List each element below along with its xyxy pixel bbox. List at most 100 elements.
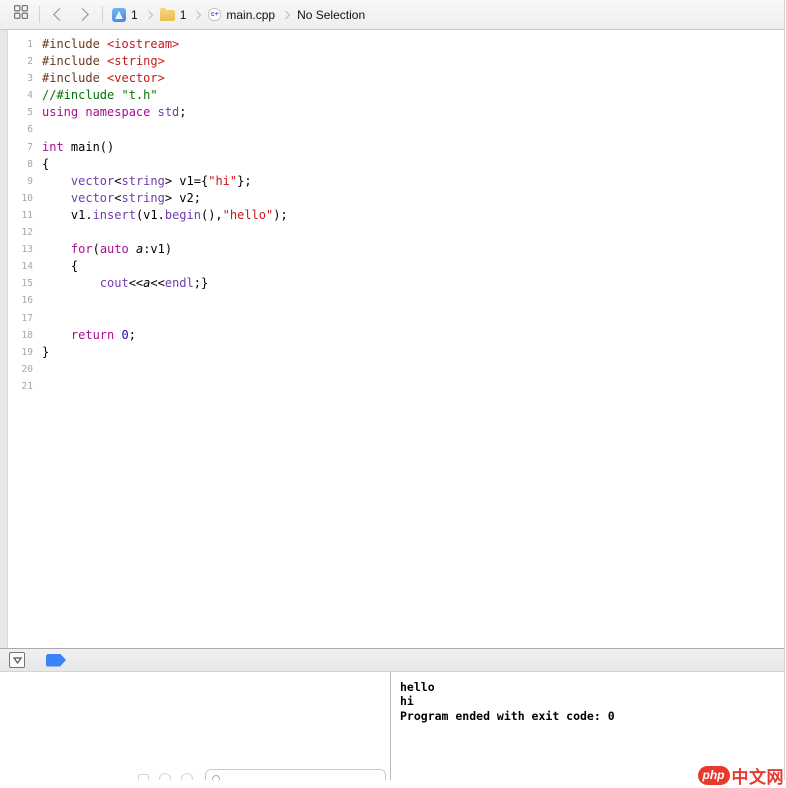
code-line[interactable]: 1 #include <iostream> <box>0 36 784 53</box>
breadcrumb-item-file[interactable]: c+ main.cpp <box>208 8 275 22</box>
line-number[interactable]: 19 <box>0 344 33 361</box>
toolbar-circle-icon[interactable] <box>159 773 171 780</box>
code-text: v1.insert(v1.begin(),"hello"); <box>42 207 288 224</box>
line-number[interactable]: 13 <box>0 241 33 258</box>
line-number[interactable]: 7 <box>0 139 33 156</box>
token-pln: }; <box>237 173 252 188</box>
code-line[interactable]: 18 return 0; <box>0 327 784 344</box>
code-line[interactable]: 6 <box>0 121 784 138</box>
token-typ: cout <box>99 276 129 291</box>
line-number[interactable]: 3 <box>0 70 33 87</box>
source-editor[interactable]: 1 #include <iostream> 2 #include <string> 3 #… <box>0 30 784 648</box>
line-number[interactable]: 16 <box>0 292 33 309</box>
chevron-right-icon <box>76 8 89 21</box>
token-pln <box>42 276 100 290</box>
token-pln <box>42 328 71 342</box>
token-pln <box>114 328 121 342</box>
breakpoints-toggle-button[interactable] <box>46 653 66 667</box>
watermark-text: 中文网 <box>731 768 784 787</box>
token-str: "hello" <box>222 207 274 222</box>
code-line[interactable]: 20 <box>0 361 784 378</box>
chevron-left-icon <box>53 8 66 21</box>
code-text: vector<string> v2; <box>42 190 201 207</box>
token-str: <iostream> <box>107 37 180 51</box>
token-kw: int <box>42 139 64 154</box>
filter-magnifier-icon <box>212 774 220 780</box>
navigate-forward-button[interactable] <box>71 4 97 26</box>
triangle-down-in-square-icon <box>12 651 22 669</box>
token-pln: ); <box>273 207 288 222</box>
code-line[interactable]: 8{ <box>0 156 784 173</box>
debug-area: hello hi Program ended with exit code: 0 <box>0 672 784 780</box>
token-pre: #include <box>42 54 108 69</box>
code-line[interactable]: 16 <box>0 292 784 309</box>
console-line: Program ended with exit code: 0 <box>400 708 615 723</box>
code-line[interactable]: 17 <box>0 310 784 327</box>
jump-bar: 1 1 c+ main.cpp No Selection <box>0 0 784 30</box>
code-line[interactable]: 4 //#include "t.h" <box>0 87 784 104</box>
code-line[interactable]: 7 int main() <box>0 139 784 156</box>
code-text: { <box>42 258 78 275</box>
code-line[interactable]: 3 #include <vector> <box>0 70 784 87</box>
code-line[interactable]: 10 vector<string> v2; <box>0 190 784 207</box>
line-number[interactable]: 12 <box>0 224 33 241</box>
code-text: #include <string> <box>42 53 165 70</box>
code-text: { <box>42 156 49 173</box>
breadcrumb-item-group[interactable]: 1 <box>159 8 186 22</box>
breadcrumb-label: 1 <box>131 7 138 22</box>
token-pln: :v1) <box>143 242 173 257</box>
hide-debug-area-button[interactable] <box>9 652 25 668</box>
toolbar-square-icon[interactable] <box>138 773 149 780</box>
code-line[interactable]: 13 for(auto a:v1) <box>0 241 784 258</box>
token-typ: string <box>121 173 165 188</box>
code-line[interactable]: 5 using namespace std; <box>0 104 784 121</box>
token-pln <box>42 191 71 205</box>
code-text: vector<string> v1={"hi"}; <box>42 173 252 190</box>
line-number[interactable]: 21 <box>0 378 33 395</box>
token-pln: (), <box>200 207 223 222</box>
token-pln: ; <box>179 105 187 120</box>
code-line[interactable]: 12 <box>0 224 784 241</box>
line-number[interactable]: 10 <box>0 190 33 207</box>
navigate-back-button[interactable] <box>45 4 71 26</box>
related-items-button[interactable] <box>8 4 34 26</box>
breadcrumb: 1 1 c+ main.cpp No Selection <box>112 7 365 22</box>
code-line[interactable]: 2 #include <string> <box>0 53 784 70</box>
line-number[interactable]: 9 <box>0 173 33 190</box>
line-number[interactable]: 11 <box>0 207 33 224</box>
token-typ: vector <box>70 190 115 205</box>
token-str: <string> <box>107 54 165 69</box>
line-number[interactable]: 2 <box>0 53 33 70</box>
token-typ: insert <box>92 207 136 222</box>
code-text: //#include "t.h" <box>42 87 158 104</box>
line-number[interactable]: 6 <box>0 121 33 138</box>
line-number[interactable]: 14 <box>0 258 33 275</box>
line-number[interactable]: 4 <box>0 87 33 104</box>
token-kw: auto <box>99 242 129 257</box>
token-typ: string <box>121 190 165 205</box>
token-num: 0 <box>121 327 129 342</box>
code-text: for(auto a:v1) <box>42 241 172 258</box>
code-line[interactable]: 19} <box>0 344 784 361</box>
toolbar-circle-icon[interactable] <box>181 773 193 780</box>
line-number[interactable]: 18 <box>0 327 33 344</box>
line-number[interactable]: 20 <box>0 361 33 378</box>
code-line[interactable]: 9 vector<string> v1={"hi"}; <box>0 173 784 190</box>
token-pln <box>42 174 71 188</box>
line-number[interactable]: 5 <box>0 104 33 121</box>
code-line[interactable]: 14 { <box>0 258 784 275</box>
line-number[interactable]: 17 <box>0 310 33 327</box>
variables-filter-field[interactable] <box>205 769 386 780</box>
token-pln: { <box>42 156 50 171</box>
line-number[interactable]: 1 <box>0 36 33 53</box>
code-line[interactable]: 15 cout<<a<<endl;} <box>0 275 784 292</box>
code-line[interactable]: 21 <box>0 378 784 395</box>
breadcrumb-item-project[interactable]: 1 <box>112 7 138 22</box>
code-line[interactable]: 11 v1.insert(v1.begin(),"hello"); <box>0 207 784 224</box>
code-text: return 0; <box>42 327 136 344</box>
token-pln: << <box>150 276 165 291</box>
token-typ: endl <box>164 276 194 291</box>
breadcrumb-item-selection[interactable]: No Selection <box>297 8 365 22</box>
line-number[interactable]: 15 <box>0 275 33 292</box>
line-number[interactable]: 8 <box>0 156 33 173</box>
